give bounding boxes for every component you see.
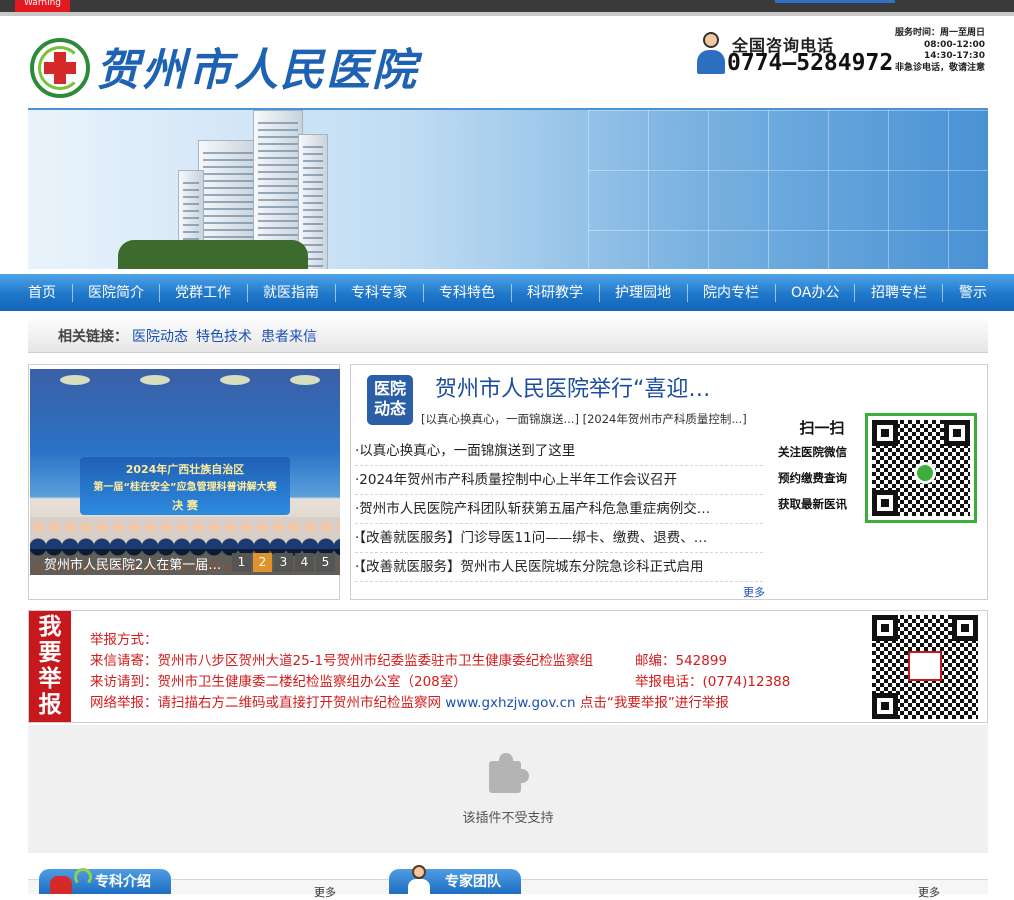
slide-dot-1[interactable]: 1 <box>232 553 251 572</box>
nav-internal[interactable]: 院内专栏 <box>703 274 759 311</box>
nav-nursing[interactable]: 护理园地 <box>615 274 671 311</box>
nav-specialists[interactable]: 专科专家 <box>351 274 407 311</box>
report-phone: 举报电话：(0774)12388 <box>635 674 791 690</box>
service-hours: 服务时间：周一至周日 08:00-12:00 14:30-17:30 非急诊电话… <box>894 28 985 73</box>
news-more-link[interactable]: 更多 <box>743 584 765 600</box>
wechat-qr-code[interactable] <box>865 413 977 523</box>
main-nav: 首页 医院简介 党群工作 就医指南 专科专家 专科特色 科研教学 护理园地 院内… <box>0 274 1014 311</box>
report-web-link[interactable]: www.gxhzjw.gov.cn <box>445 695 575 711</box>
report-visit: 来访请到：贺州市卫生健康委二楼纪检监察组办公室（208室） <box>90 674 467 690</box>
nav-oa[interactable]: OA办公 <box>791 274 839 311</box>
operator-icon <box>697 32 725 74</box>
slide-dot-4[interactable]: 4 <box>295 553 314 572</box>
heart-icon <box>50 876 72 894</box>
nav-about[interactable]: 医院简介 <box>88 274 144 311</box>
specialty-more-link[interactable]: 更多 <box>314 884 336 900</box>
hospital-name[interactable]: 贺州市人民医院 <box>96 34 418 98</box>
report-postcode: 邮编：542899 <box>635 653 728 669</box>
slide-caption[interactable]: 贺州市人民医院2人在第一届“桂在安全”应急管理科普讲解大赛获奖 <box>44 554 224 573</box>
news-item[interactable]: ·贺州市人民医院产科团队斩获第五届产科危急重症病例交… <box>355 495 763 524</box>
hospital-logo[interactable] <box>30 38 90 98</box>
slide-photo[interactable]: 2024年广西壮族自治区 第一届“桂在安全”应急管理科普讲解大赛 决 赛 <box>30 369 340 575</box>
nav-jobs[interactable]: 招聘专栏 <box>871 274 927 311</box>
nav-party-work[interactable]: 党群工作 <box>175 274 231 311</box>
plugin-placeholder: 该插件不受支持 <box>28 725 988 853</box>
related-link-techniques[interactable]: 特色技术 <box>196 326 252 346</box>
report-section: 我 要 举 报 举报方式： 来信请寄：贺州市八步区贺州大道25-1号贺州市纪委监… <box>28 610 988 723</box>
news-item[interactable]: ·2024年贺州市产科质量控制中心上半年工作会议召开 <box>355 466 763 495</box>
report-mail: 来信请寄：贺州市八步区贺州大道25-1号贺州市纪委监委驻市卫生健康委纪检监察组 <box>90 653 594 669</box>
top-login-button[interactable] <box>775 0 895 3</box>
news-list: ·以真心换真心，一面锦旗送到了这里 ·2024年贺州市产科质量控制中心上半年工作… <box>355 437 763 582</box>
slide-caption-bar: 贺州市人民医院2人在第一届“桂在安全”应急管理科普讲解大赛获奖 1 2 3 4 … <box>30 549 340 575</box>
top-bar: Warning <box>0 0 1014 12</box>
top-divider <box>0 12 1014 16</box>
photo-slideshow: 2024年广西壮族自治区 第一届“桂在安全”应急管理科普讲解大赛 决 赛 贺州市… <box>28 364 340 600</box>
nav-patient-guide[interactable]: 就医指南 <box>263 274 319 311</box>
hotline-number: 0774—5284972 <box>727 50 894 76</box>
slide-banner: 2024年广西壮族自治区 第一届“桂在安全”应急管理科普讲解大赛 决 赛 <box>80 457 290 515</box>
hospital-news-panel: 医院 动态 贺州市人民医院举行“喜迎… [以真心换真心，一面锦旗送...] [2… <box>350 364 988 600</box>
news-item[interactable]: ·以真心换真心，一面锦旗送到了这里 <box>355 437 763 466</box>
wechat-qr-caption: 扫一扫 关注医院微信 预约缴费查询 获取最新医讯 <box>778 419 847 511</box>
news-headline[interactable]: 贺州市人民医院举行“喜迎… <box>435 371 710 403</box>
related-link-news[interactable]: 医院动态 <box>132 326 188 346</box>
nav-home[interactable]: 首页 <box>28 274 56 311</box>
report-web: 网络举报：请扫描右方二维码或直接打开贺州市纪检监察网 www.gxhzjw.go… <box>90 695 729 711</box>
warning-button[interactable]: Warning <box>15 0 70 12</box>
news-badge: 医院 动态 <box>367 375 413 425</box>
nav-specialties[interactable]: 专科特色 <box>439 274 495 311</box>
report-qr-code[interactable] <box>872 615 978 719</box>
doctor-icon <box>408 865 430 894</box>
news-item[interactable]: ·【改善就医服务】贺州市人民医院城东分院急诊科正式启用 <box>355 553 763 582</box>
plugin-unsupported-message: 该插件不受支持 <box>462 811 554 826</box>
stethoscope-icon <box>74 868 92 886</box>
report-title: 举报方式： <box>90 632 158 648</box>
expert-more-link[interactable]: 更多 <box>918 884 940 900</box>
related-link-letters[interactable]: 患者来信 <box>261 326 317 346</box>
related-links-bar: 相关链接： 医院动态 特色技术 患者来信 <box>28 318 988 353</box>
news-sub-links[interactable]: [以真心换真心，一面锦旗送...] [2024年贺州市产科质量控制...] <box>421 411 747 427</box>
report-badge: 我 要 举 报 <box>29 611 71 722</box>
wechat-logo-icon <box>914 462 936 484</box>
news-item[interactable]: ·【改善就医服务】门诊导医11问——绑卡、缴费、退费、… <box>355 524 763 553</box>
logo-cross-icon <box>44 62 76 74</box>
report-qr-logo <box>908 651 942 681</box>
slide-dot-2[interactable]: 2 <box>253 553 272 572</box>
slide-dot-5[interactable]: 5 <box>316 553 335 572</box>
hero-banner <box>28 108 988 269</box>
puzzle-icon <box>489 753 531 793</box>
nav-research[interactable]: 科研教学 <box>527 274 583 311</box>
slide-dot-3[interactable]: 3 <box>274 553 293 572</box>
related-links-label: 相关链接： <box>58 329 128 345</box>
nav-warning[interactable]: 警示 <box>959 274 987 311</box>
